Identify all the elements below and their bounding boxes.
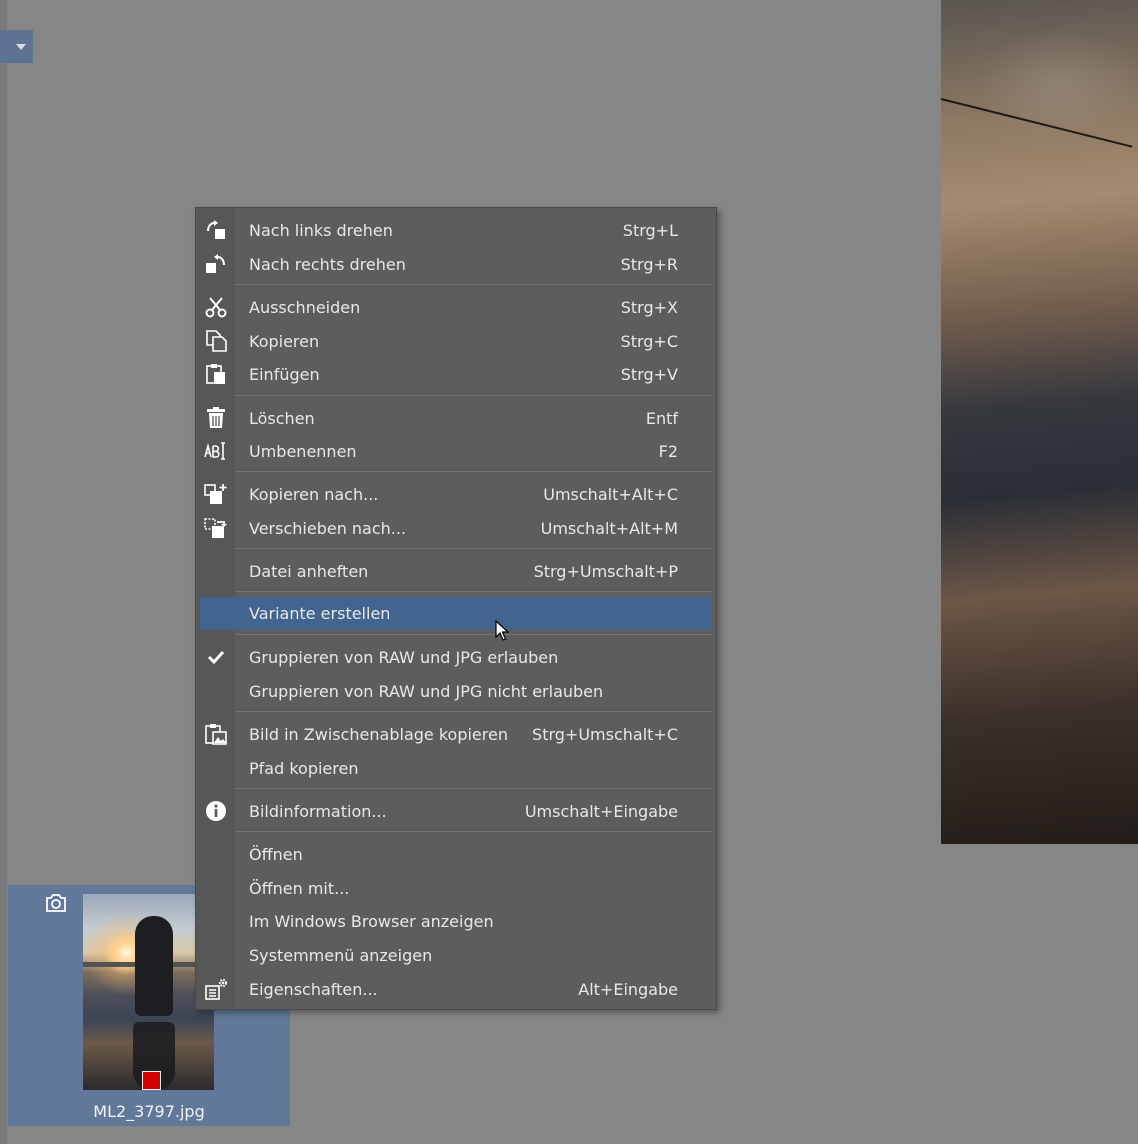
menu-item-cut[interactable]: Ausschneiden Strg+X [196,291,716,323]
menu-item-copy[interactable]: Kopieren Strg+C [196,325,716,357]
left-panel-edge [0,0,7,1144]
menu-item-paste[interactable]: Einfügen Strg+V [196,358,716,390]
color-label-badge [142,1071,161,1090]
mouse-cursor-icon [495,620,509,642]
menu-item-allow-raw-jpg-grouping[interactable]: Gruppieren von RAW und JPG erlauben [196,641,716,673]
trash-icon [204,407,228,429]
menu-item-create-variant[interactable]: Variante erstellen [196,597,716,630]
checkmark-icon [204,646,228,668]
menu-item-copy-path[interactable]: Pfad kopieren [196,752,716,784]
menu-item-delete[interactable]: Löschen Entf [196,402,716,434]
menu-item-disallow-raw-jpg-grouping[interactable]: Gruppieren von RAW und JPG nicht erlaube… [196,675,716,707]
scissors-icon [204,296,228,318]
menu-item-rotate-right[interactable]: Nach rechts drehen Strg+R [196,248,716,280]
menu-item-open[interactable]: Öffnen [196,838,716,870]
menu-item-rotate-left[interactable]: Nach links drehen Strg+L [196,214,716,246]
rotate-left-icon [204,219,228,241]
menu-item-pin-file[interactable]: Datei anheften Strg+Umschalt+P [196,555,716,587]
copy-icon [204,330,228,352]
paste-icon [204,363,228,385]
move-to-icon [204,517,228,539]
menu-item-image-info[interactable]: Bildinformation... Umschalt+Eingabe [196,795,716,827]
view-dropdown-button[interactable] [0,30,33,63]
menu-item-move-to[interactable]: Verschieben nach... Umschalt+Alt+M [196,512,716,544]
menu-item-copy-to[interactable]: Kopieren nach... Umschalt+Alt+C [196,478,716,510]
thumbnail-filename: ML2_3797.jpg [93,1102,205,1121]
menu-item-copy-image-clipboard[interactable]: Bild in Zwischenablage kopieren Strg+Ums… [196,718,716,750]
menu-item-show-in-explorer[interactable]: Im Windows Browser anzeigen [196,905,716,937]
rotate-right-icon [204,253,228,275]
menu-item-system-menu[interactable]: Systemmenü anzeigen [196,939,716,971]
menu-item-rename[interactable]: Umbenennen F2 [196,435,716,467]
clipboard-image-icon [204,723,228,745]
menu-item-properties[interactable]: Eigenschaften... Alt+Eingabe [196,973,716,1005]
caret-down-icon [16,43,26,50]
camera-icon [44,893,68,913]
info-icon [204,800,228,822]
context-menu: Nach links drehen Strg+L Nach rechts dre… [195,207,717,1010]
rename-icon [204,440,228,462]
menu-item-open-with[interactable]: Öffnen mit... [196,872,716,904]
preview-image [940,0,1138,844]
properties-icon [204,978,228,1000]
copy-to-icon [204,483,228,505]
